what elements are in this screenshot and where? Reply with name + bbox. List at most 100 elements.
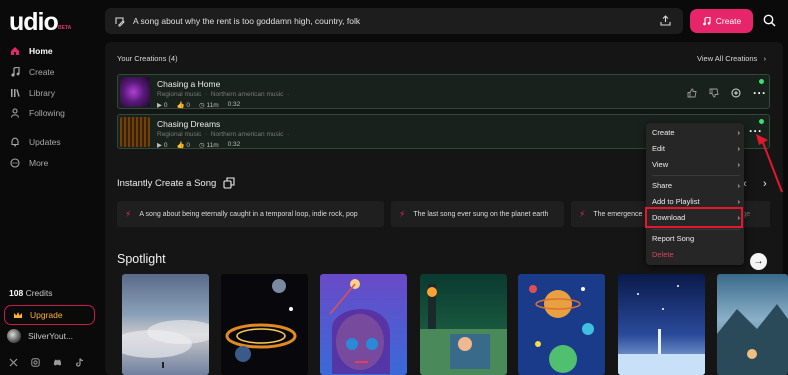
bell-icon (11, 137, 19, 147)
thumbs-up-icon[interactable] (687, 88, 697, 98)
credits-display: 108 Credits (9, 288, 53, 298)
song-thumbnail[interactable] (120, 117, 150, 147)
spotlight-artwork (717, 304, 788, 375)
sidebar-item-create[interactable]: Create (10, 67, 55, 77)
song-age: ◷ 11m (198, 102, 219, 109)
spotlight-card[interactable] (717, 274, 788, 375)
prompt-chip[interactable]: ⚡ A song about being eternally caught in… (117, 201, 384, 227)
sidebar-item-following[interactable]: Following (10, 108, 65, 118)
add-circle-icon[interactable] (731, 88, 741, 98)
spotlight-artwork (529, 285, 594, 373)
prompt-edit-icon (115, 16, 125, 26)
prompt-chip[interactable]: ⚡ The last song ever sung on the planet … (391, 201, 564, 227)
chevron-right-icon: › (737, 197, 741, 206)
search-input[interactable]: A song about why the rent is too goddamn… (133, 16, 360, 26)
song-genres: Regional music · Northern american music… (157, 131, 290, 138)
user-profile[interactable]: SilverYout... (7, 329, 73, 343)
more-circle-icon (10, 158, 20, 168)
song-genres: Regional music · Northern american music… (157, 91, 290, 98)
genre-tag[interactable]: Regional music (157, 131, 201, 138)
create-button[interactable]: Create (690, 9, 753, 33)
download-highlight-box (645, 207, 743, 228)
menu-item-label: View (652, 160, 669, 169)
menu-item-delete[interactable]: Delete (652, 250, 740, 259)
annotation-arrow (756, 134, 783, 193)
sidebar-item-more[interactable]: More (10, 158, 48, 168)
genre-tag[interactable]: Northern american music (211, 131, 284, 138)
bolt-icon: ⚡ (579, 208, 586, 219)
sidebar-item-updates[interactable]: Updates (10, 137, 61, 147)
spotlight-card[interactable] (518, 274, 605, 375)
creations-title: Your Creations (4) (117, 54, 178, 63)
menu-item-add-to-playlist[interactable]: Add to Playlist › (652, 197, 740, 206)
genre-tag[interactable]: Regional music (157, 91, 201, 98)
spotlight-artwork (420, 284, 507, 375)
song-context-menu: Create › Edit › View › Share › Add to Playli… (646, 123, 744, 265)
instantly-create-title: Instantly Create a Song (117, 177, 217, 189)
shuffle-cards-icon[interactable] (223, 177, 235, 189)
spotlight-card[interactable] (221, 274, 308, 375)
home-icon (11, 47, 19, 55)
sidebar-item-home[interactable]: Home (10, 46, 53, 56)
x-icon[interactable] (9, 358, 18, 367)
crown-icon (14, 311, 22, 318)
prompt-text: The last song ever sung on the planet ea… (413, 210, 549, 218)
sidebar-item-label: Following (29, 108, 65, 118)
sidebar: udio BETA Home Create Library Following … (0, 0, 104, 375)
sparkle-music-icon (702, 16, 711, 25)
spotlight-card[interactable] (618, 274, 705, 375)
view-all-creations-link[interactable]: View All Creations › (697, 54, 766, 63)
menu-item-report-song[interactable]: Report Song (652, 234, 740, 243)
discord-icon[interactable] (53, 358, 62, 367)
menu-item-share[interactable]: Share › (652, 181, 740, 190)
upgrade-button[interactable]: Upgrade (4, 305, 95, 325)
song-stats: ▶ 0 👍 0 ◷ 11m 0:32 (157, 101, 240, 109)
upgrade-label: Upgrade (30, 310, 63, 320)
song-title[interactable]: Chasing a Home (157, 79, 220, 89)
tiktok-icon[interactable] (75, 358, 84, 367)
instagram-icon[interactable] (31, 358, 40, 367)
spotlight-title: Spotlight (117, 252, 166, 266)
menu-item-label: Share (652, 181, 673, 190)
song-actions: ··· (687, 87, 767, 99)
likes-count: 👍 0 (176, 142, 190, 149)
spotlight-card[interactable] (320, 274, 407, 375)
menu-item-create[interactable]: Create › (652, 128, 740, 137)
menu-item-edit[interactable]: Edit › (652, 144, 740, 153)
menu-item-label: Report Song (652, 234, 695, 243)
username: SilverYout... (28, 331, 74, 341)
credits-label: Credits (25, 288, 53, 298)
spotlight-card[interactable] (122, 274, 209, 375)
spotlight-card[interactable] (420, 274, 507, 375)
chevron-right-icon: › (737, 160, 741, 169)
song-card[interactable]: Chasing a Home Regional music · Northern… (117, 74, 770, 109)
chevron-right-icon: › (759, 54, 767, 63)
song-thumbnail[interactable] (120, 77, 150, 107)
plays-count: ▶ 0 (157, 102, 168, 109)
genre-tag[interactable]: Northern american music (211, 91, 284, 98)
beta-badge: BETA (58, 25, 72, 31)
menu-item-view[interactable]: View › (652, 160, 740, 169)
bolt-icon: ⚡ (125, 208, 132, 219)
more-options-button[interactable]: ··· (753, 87, 767, 99)
status-dot (759, 79, 764, 84)
sidebar-item-label: Create (29, 67, 55, 77)
sidebar-item-library[interactable]: Library (10, 88, 55, 98)
song-duration: 0:32 (227, 101, 241, 108)
search-bar[interactable]: A song about why the rent is too goddamn… (105, 8, 683, 34)
thumbs-down-icon[interactable] (709, 88, 719, 98)
sidebar-item-label: More (29, 158, 49, 168)
menu-item-label: Delete (652, 250, 674, 259)
avatar (7, 329, 21, 343)
menu-divider (652, 229, 740, 230)
upload-icon[interactable] (660, 15, 671, 26)
search-icon[interactable] (763, 14, 776, 27)
spotlight-next-button[interactable]: → (750, 253, 767, 270)
library-icon (11, 89, 20, 97)
song-age: ◷ 11m (198, 142, 219, 149)
plays-count: ▶ 0 (157, 142, 168, 149)
social-links (9, 358, 84, 367)
credits-value: 108 (9, 288, 24, 298)
udio-logo[interactable]: udio (9, 8, 59, 37)
song-title[interactable]: Chasing Dreams (157, 119, 220, 129)
